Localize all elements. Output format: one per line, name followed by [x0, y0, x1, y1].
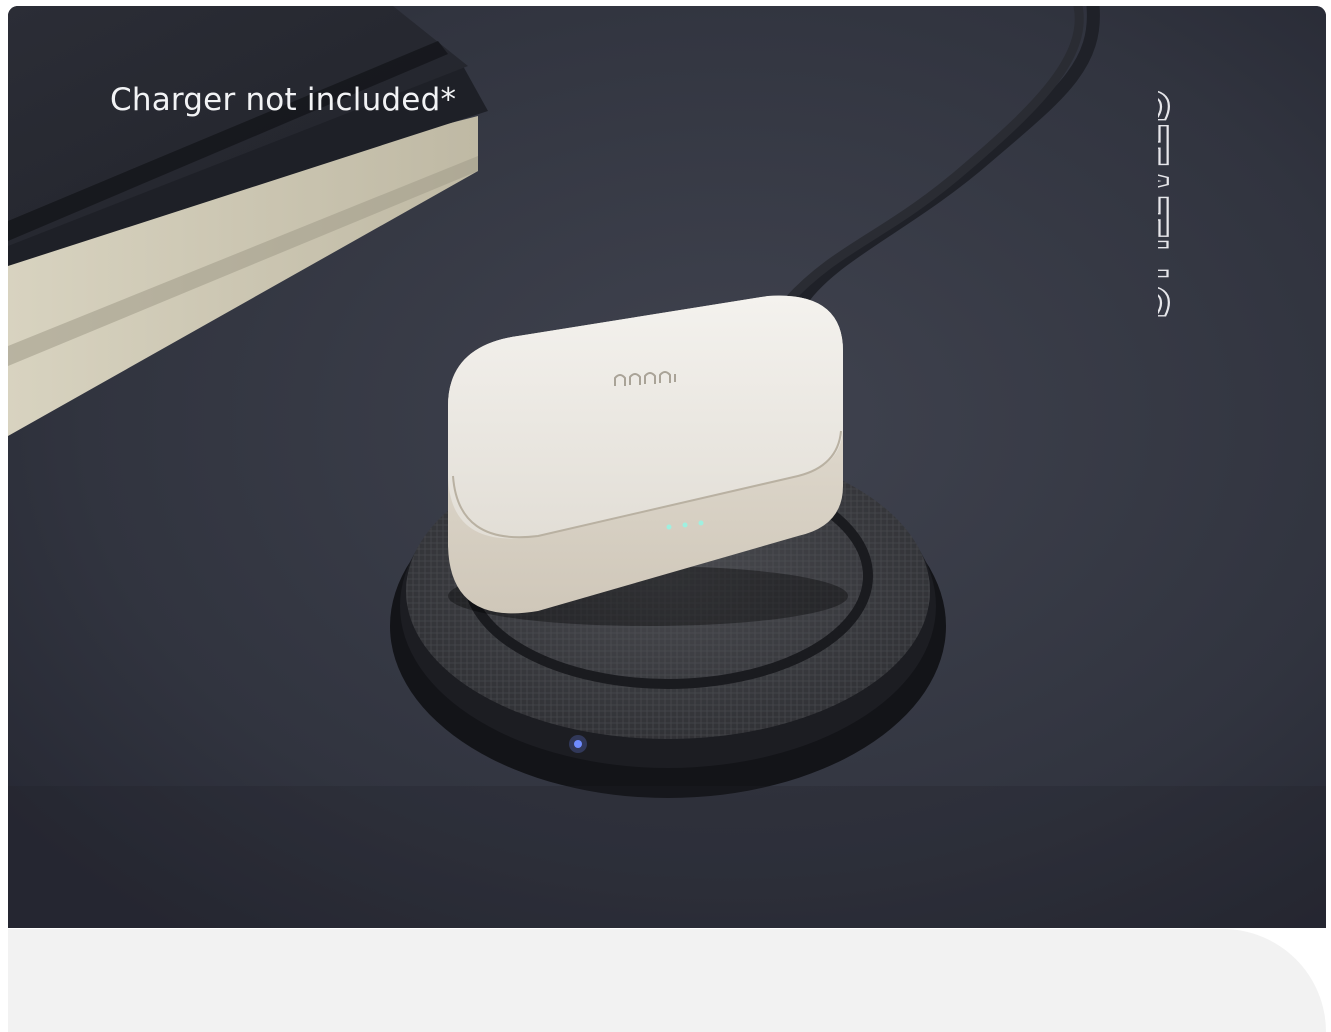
photo-scene — [8, 6, 1326, 928]
earbuds-case — [448, 295, 848, 626]
bottom-panel — [8, 929, 1326, 1032]
charger-disclaimer: Charger not included* — [110, 82, 457, 118]
case-led-2 — [682, 522, 688, 528]
brand-text: STATUS — [1158, 86, 1186, 322]
product-photo: Charger not included* STATUS — [8, 6, 1326, 928]
brand-wordmark: STATUS — [1158, 86, 1248, 322]
case-led-1 — [666, 524, 672, 530]
case-led-3 — [698, 520, 704, 526]
